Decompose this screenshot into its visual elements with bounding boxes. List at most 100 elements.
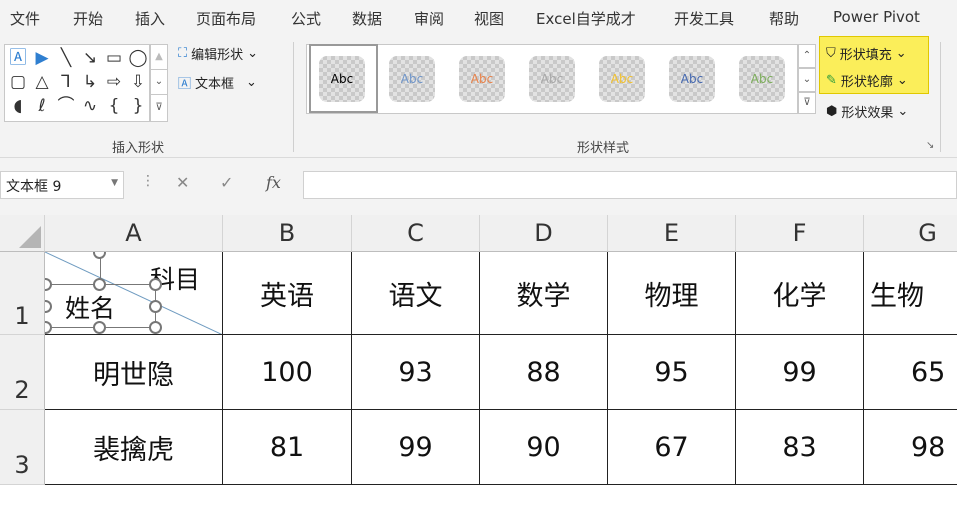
edit-shape-button[interactable]: ⛶ 编辑形状 ⌄ bbox=[178, 44, 258, 63]
cell-subject[interactable]: 语文 bbox=[352, 252, 480, 335]
text-box-icon: 🄰 bbox=[178, 77, 192, 92]
row-header-1[interactable]: 1 bbox=[0, 252, 45, 335]
column-header-d[interactable]: D bbox=[480, 215, 608, 252]
arc-shape-icon[interactable]: ⌒ bbox=[55, 95, 77, 117]
resize-handle[interactable] bbox=[149, 300, 162, 313]
styles-scroll-up-icon[interactable]: ⌃ bbox=[798, 44, 816, 68]
cell-score[interactable]: 99 bbox=[736, 335, 864, 410]
cell-score[interactable]: 95 bbox=[608, 335, 736, 410]
curve-shape-icon[interactable]: ∿ bbox=[79, 95, 101, 117]
tab-insert[interactable]: 插入 bbox=[135, 8, 165, 29]
tab-power-pivot[interactable]: Power Pivot bbox=[833, 8, 920, 26]
gallery-more-icon[interactable]: ⊽ bbox=[150, 94, 168, 122]
elbow-connector-icon[interactable]: ⅂ bbox=[55, 71, 77, 93]
resize-handle[interactable] bbox=[93, 321, 106, 334]
shapes-gallery[interactable]: 🄰 ▶ ╲ ↘ ▭ ◯ ▢ △ ⅂ ↳ ⇨ ⇩ ◖ ℓ ⌒ ∿ { } bbox=[4, 44, 150, 122]
arrow-shape-icon[interactable]: ↘ bbox=[79, 47, 101, 69]
triangle-shape-icon[interactable]: △ bbox=[31, 71, 53, 93]
right-arrow-shape-icon[interactable]: ⇨ bbox=[103, 71, 125, 93]
shape-styles-gallery[interactable]: Abc Abc Abc Abc Abc Abc Abc bbox=[306, 44, 798, 114]
cell-score[interactable]: 100 bbox=[223, 335, 352, 410]
tab-formulas[interactable]: 公式 bbox=[291, 8, 321, 29]
resize-handle[interactable] bbox=[149, 321, 162, 334]
cell-score[interactable]: 93 bbox=[352, 335, 480, 410]
style-swatch[interactable]: Abc bbox=[599, 56, 645, 102]
formula-input[interactable] bbox=[303, 171, 957, 199]
dialog-launcher-icon[interactable]: ↘ bbox=[926, 140, 934, 151]
diag-label-name: 姓名 bbox=[65, 294, 116, 323]
line-shape-icon[interactable]: ╲ bbox=[55, 47, 77, 69]
shape-effects-button[interactable]: ⬢ 形状效果 ⌄ bbox=[826, 102, 908, 121]
style-swatch[interactable]: Abc bbox=[459, 56, 505, 102]
rectangle-shape-icon[interactable]: ▭ bbox=[103, 47, 125, 69]
gallery-scroll-up-icon[interactable]: ▲ bbox=[150, 44, 168, 70]
chevron-down-icon: ⌄ bbox=[896, 73, 908, 88]
cell-subject[interactable]: 化学 bbox=[736, 252, 864, 335]
style-swatch[interactable]: Abc bbox=[389, 56, 435, 102]
cell-score[interactable]: 99 bbox=[352, 410, 480, 485]
insert-function-button[interactable]: fx bbox=[266, 173, 281, 192]
row-header-2[interactable]: 2 bbox=[0, 335, 45, 410]
cell-student-name[interactable]: 裴擒虎 bbox=[45, 410, 223, 485]
cancel-icon[interactable]: ✕ bbox=[176, 173, 189, 192]
cell-score[interactable]: 98 bbox=[864, 410, 957, 485]
freeform-shape-icon[interactable]: ◖ bbox=[7, 95, 29, 117]
tab-page-layout[interactable]: 页面布局 bbox=[196, 8, 256, 29]
gallery-scroll-down-icon[interactable]: ⌄ bbox=[150, 69, 168, 95]
rounded-rect-shape-icon[interactable]: ▢ bbox=[7, 71, 29, 93]
cell-score[interactable]: 83 bbox=[736, 410, 864, 485]
ribbon-tabs: 文件 开始 插入 页面布局 公式 数据 审阅 视图 Excel自学成才 开发工具… bbox=[0, 0, 957, 36]
style-swatch[interactable]: Abc bbox=[529, 56, 575, 102]
vertical-textbox-shape-icon[interactable]: ▶ bbox=[31, 47, 53, 69]
cell-score[interactable]: 88 bbox=[480, 335, 608, 410]
tab-review[interactable]: 审阅 bbox=[414, 8, 444, 29]
right-brace-shape-icon[interactable]: } bbox=[127, 95, 149, 117]
cell-score[interactable]: 67 bbox=[608, 410, 736, 485]
select-all-corner[interactable] bbox=[0, 215, 45, 252]
left-brace-shape-icon[interactable]: { bbox=[103, 95, 125, 117]
column-header-e[interactable]: E bbox=[608, 215, 736, 252]
styles-scroll-down-icon[interactable]: ⌄ bbox=[798, 68, 816, 92]
style-swatch[interactable]: Abc bbox=[669, 56, 715, 102]
cell-a1-diagonal-header[interactable]: 科目 姓名 bbox=[45, 252, 223, 335]
text-box-button[interactable]: 🄰 文本框 ⌄ bbox=[178, 73, 257, 92]
column-header-b[interactable]: B bbox=[223, 215, 352, 252]
column-header-c[interactable]: C bbox=[352, 215, 480, 252]
cell-subject[interactable]: 物理 bbox=[608, 252, 736, 335]
cell-score[interactable]: 65 bbox=[864, 335, 957, 410]
tab-file[interactable]: 文件 bbox=[10, 8, 40, 29]
formula-bar: 文本框 9 ▼ ⋮ ✕ ✓ fx bbox=[0, 158, 957, 215]
tab-view[interactable]: 视图 bbox=[474, 8, 504, 29]
cell-student-name[interactable]: 明世隐 bbox=[45, 335, 223, 410]
group-label-insert-shapes: 插入形状 bbox=[112, 141, 165, 156]
textbox-shape-icon[interactable]: 🄰 bbox=[7, 47, 29, 69]
tab-developer[interactable]: 开发工具 bbox=[674, 8, 734, 29]
scribble-shape-icon[interactable]: ℓ bbox=[31, 95, 53, 117]
tab-data[interactable]: 数据 bbox=[352, 8, 382, 29]
resize-handle[interactable] bbox=[93, 278, 106, 291]
cell-score[interactable]: 81 bbox=[223, 410, 352, 485]
down-arrow-shape-icon[interactable]: ⇩ bbox=[127, 71, 149, 93]
tab-help[interactable]: 帮助 bbox=[769, 8, 799, 29]
shape-outline-button[interactable]: ✎ 形状轮廓 ⌄ bbox=[826, 71, 908, 90]
elbow-arrow-connector-icon[interactable]: ↳ bbox=[79, 71, 101, 93]
resize-handle[interactable] bbox=[149, 278, 162, 291]
cell-subject[interactable]: 英语 bbox=[223, 252, 352, 335]
column-header-g[interactable]: G bbox=[864, 215, 957, 252]
tab-excel-zixue[interactable]: Excel自学成才 bbox=[536, 8, 636, 29]
style-swatch[interactable]: Abc bbox=[319, 56, 365, 102]
column-header-f[interactable]: F bbox=[736, 215, 864, 252]
enter-icon[interactable]: ✓ bbox=[220, 173, 233, 192]
style-swatch[interactable]: Abc bbox=[739, 56, 785, 102]
row-header-3[interactable]: 3 bbox=[0, 410, 45, 485]
styles-more-icon[interactable]: ⊽ bbox=[798, 92, 816, 114]
cell-subject[interactable]: 数学 bbox=[480, 252, 608, 335]
shape-fill-button[interactable]: ⛉ 形状填充 ⌄ bbox=[826, 44, 907, 63]
column-header-a[interactable]: A bbox=[45, 215, 223, 252]
cell-score[interactable]: 90 bbox=[480, 410, 608, 485]
oval-shape-icon[interactable]: ◯ bbox=[127, 47, 149, 69]
tab-home[interactable]: 开始 bbox=[73, 8, 103, 29]
name-box[interactable]: 文本框 9 ▼ bbox=[0, 171, 124, 199]
cell-subject[interactable]: 生物 bbox=[864, 252, 957, 335]
chevron-down-icon: ⌄ bbox=[895, 46, 907, 61]
